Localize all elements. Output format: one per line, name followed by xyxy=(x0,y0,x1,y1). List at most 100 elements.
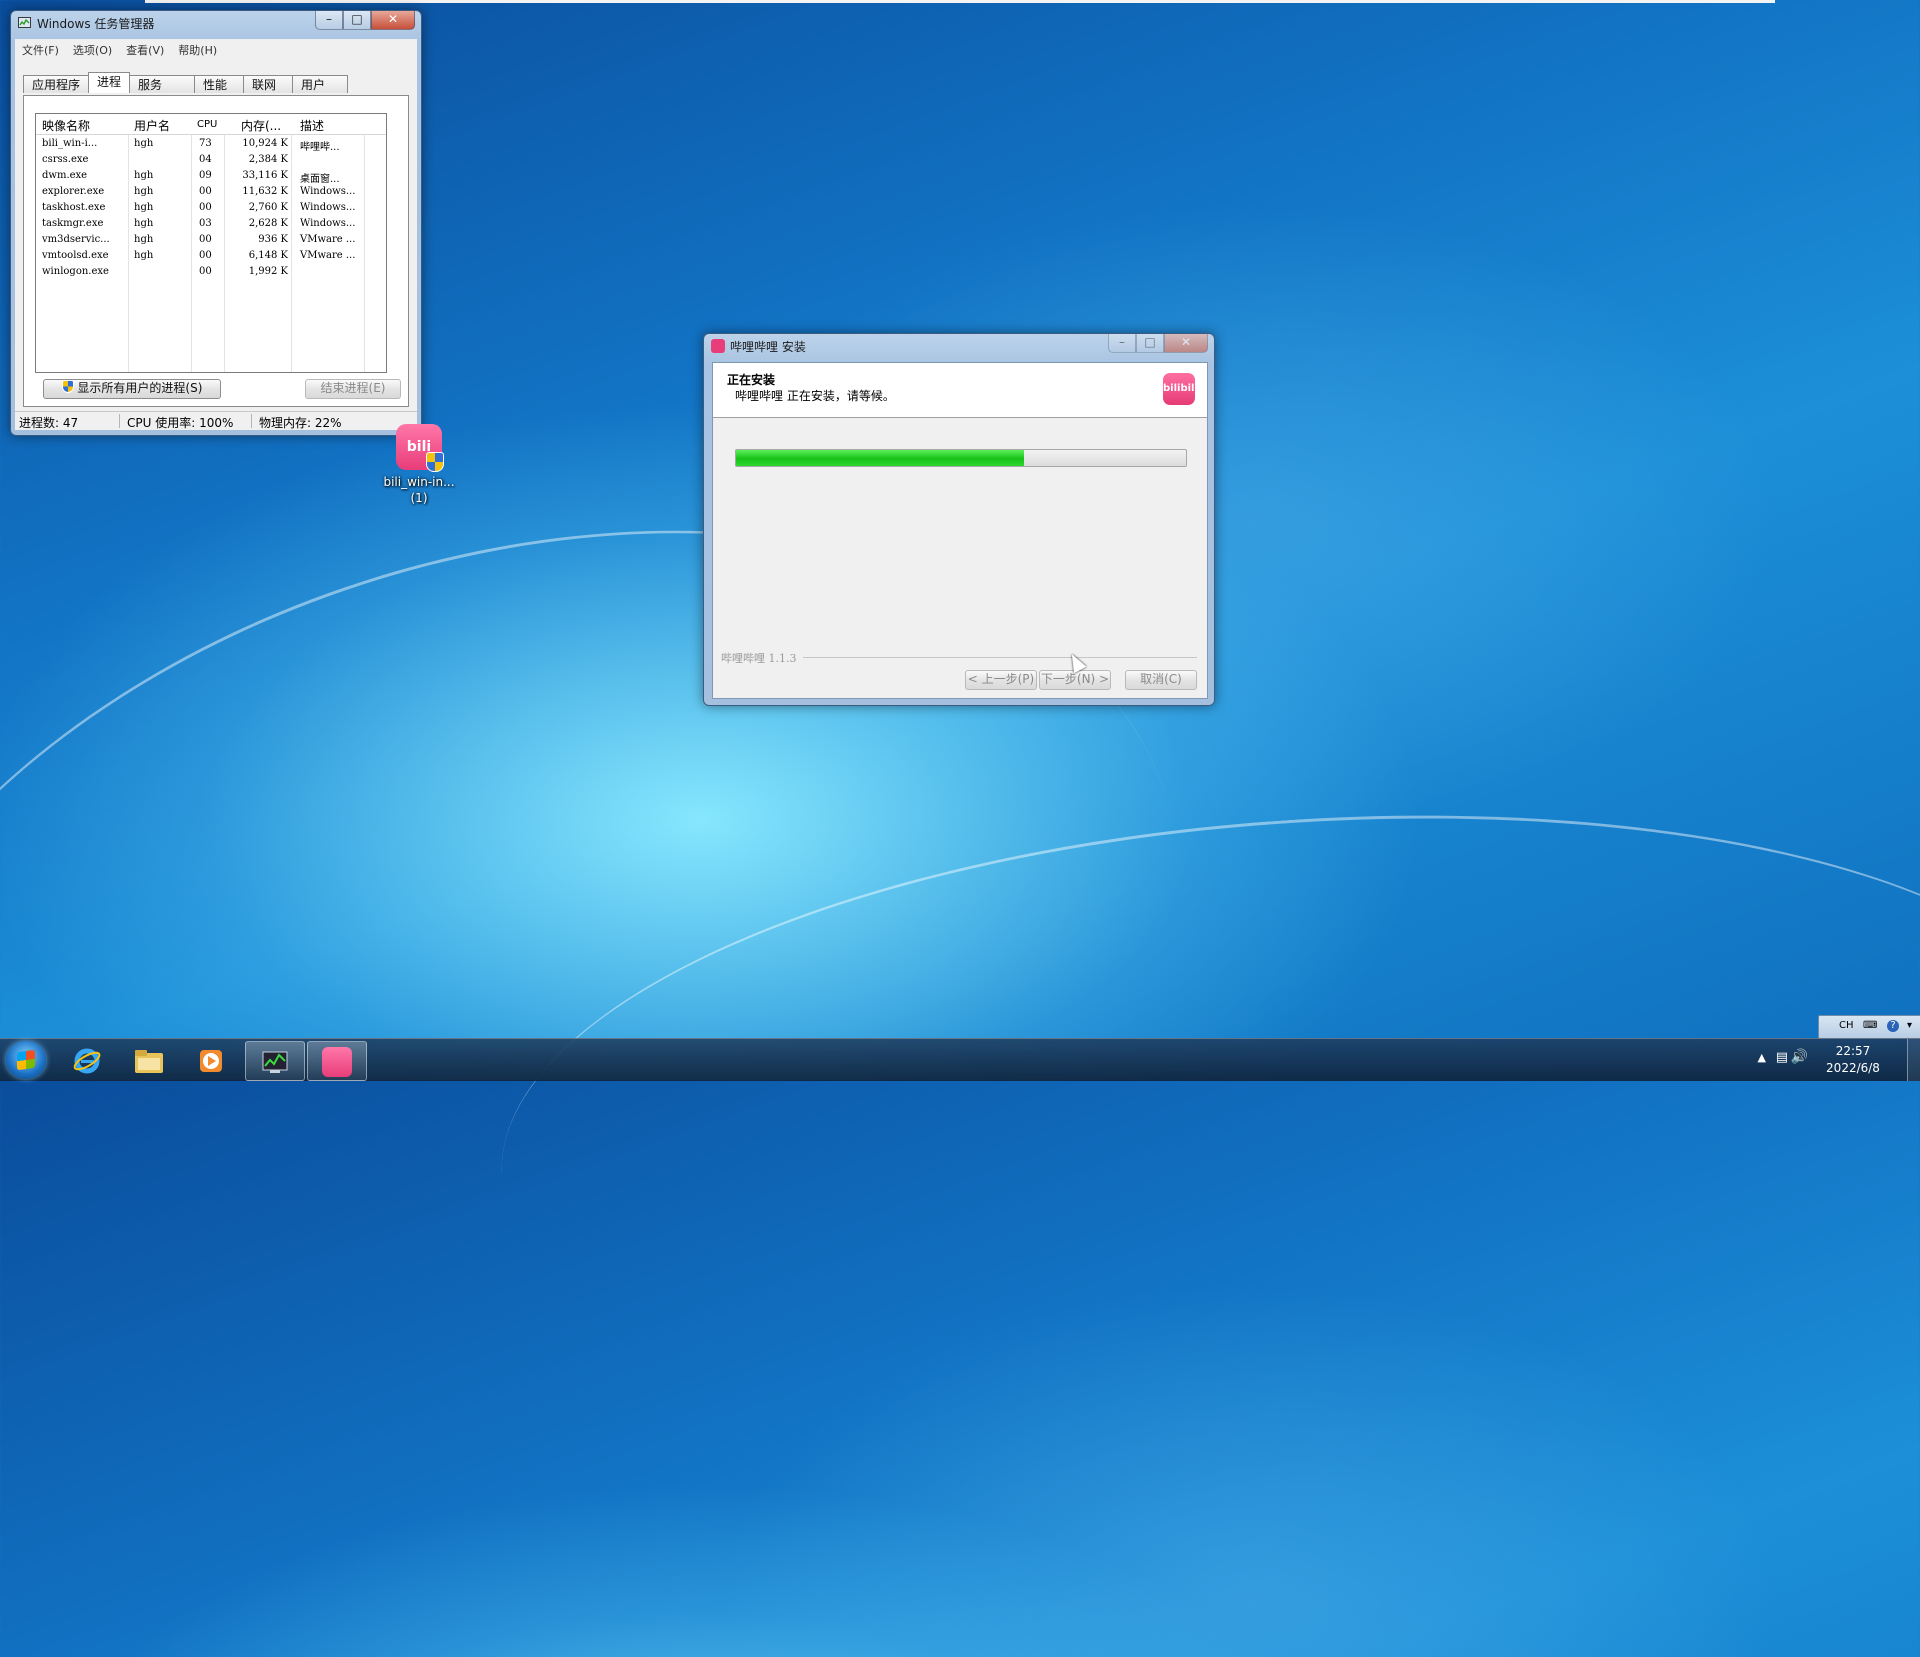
minimize-button[interactable]: – xyxy=(315,11,343,30)
desktop-icon-label-line1: bili_win-in... xyxy=(383,475,455,489)
help-icon[interactable]: ? xyxy=(1887,1020,1899,1032)
show-all-users-label: 显示所有用户的进程(S) xyxy=(77,381,203,395)
process-cpu: 04 xyxy=(199,154,212,165)
menu-view[interactable]: 查看(V) xyxy=(119,39,171,59)
taskbar-ie[interactable] xyxy=(58,1041,116,1079)
installer-header: 正在安装 哔哩哔哩 正在安装，请等候。 bilibili xyxy=(713,363,1207,418)
process-description: 桌面窗... xyxy=(300,174,340,185)
volume-icon[interactable]: 🔊 xyxy=(1791,1049,1808,1065)
table-row[interactable]: vm3dservic... hgh 00 936 K VMware ... xyxy=(36,233,386,249)
taskbar: ▲ ▤ 🔊 22:57 2022/6/8 xyxy=(0,1038,1920,1081)
start-orb-icon[interactable] xyxy=(6,1041,46,1079)
process-list[interactable]: 映像名称 用户名 CPU 内存(... 描述 bili_win-i... hgh… xyxy=(35,113,387,373)
desktop-icon-label: bili_win-in... (1) xyxy=(378,474,460,506)
taskbar-task-manager[interactable] xyxy=(245,1041,305,1081)
process-name: winlogon.exe xyxy=(42,266,109,277)
process-description: 哔哩哔... xyxy=(300,142,340,153)
shield-icon xyxy=(426,452,444,472)
clock[interactable]: 22:57 2022/6/8 xyxy=(1818,1043,1888,1077)
task-manager-icon xyxy=(18,17,31,28)
column-description[interactable]: 描述 xyxy=(300,117,324,134)
tab-networking[interactable]: 联网 xyxy=(243,75,294,93)
top-screen-strip xyxy=(145,0,1775,3)
explorer-folder-icon xyxy=(135,1049,163,1073)
process-memory: 2,384 K xyxy=(248,154,288,165)
install-progress-fill xyxy=(736,450,1024,466)
process-cpu: 03 xyxy=(199,218,212,229)
process-description: VMware ... xyxy=(300,250,356,261)
shield-icon xyxy=(61,380,74,393)
show-hidden-icons[interactable]: ▲ xyxy=(1758,1051,1766,1064)
tab-applications[interactable]: 应用程序 xyxy=(23,75,90,93)
status-bar: 进程数: 47 CPU 使用率: 100% 物理内存: 22% xyxy=(15,411,417,430)
process-cpu: 00 xyxy=(199,234,212,245)
installer-titlebar[interactable]: 哔哩哔哩 安装 – □ ✕ xyxy=(704,334,1214,358)
table-row[interactable]: taskhost.exe hgh 00 2,760 K Windows... xyxy=(36,201,386,217)
installer-title: 哔哩哔哩 安装 xyxy=(730,340,806,354)
column-image-name[interactable]: 映像名称 xyxy=(42,117,90,134)
process-name: vm3dservic... xyxy=(42,234,110,245)
task-manager-window[interactable]: Windows 任务管理器 – □ ✕ 文件(F) 选项(O) 查看(V) 帮助… xyxy=(10,10,422,436)
install-progress-bar xyxy=(735,449,1187,467)
task-manager-titlebar[interactable]: Windows 任务管理器 – □ ✕ xyxy=(11,11,421,35)
process-cpu: 00 xyxy=(199,250,212,261)
installer-brand: 哔哩哔哩 1.1.3 xyxy=(721,650,803,666)
task-manager-title: Windows 任务管理器 xyxy=(37,17,155,31)
back-button[interactable]: < 上一步(P) xyxy=(965,670,1037,690)
installer-subheading: 哔哩哔哩 正在安装，请等候。 xyxy=(735,389,895,403)
maximize-button[interactable]: □ xyxy=(1136,334,1164,353)
table-row[interactable]: explorer.exe hgh 00 11,632 K Windows... xyxy=(36,185,386,201)
menu-options[interactable]: 选项(O) xyxy=(66,39,119,59)
column-cpu[interactable]: CPU xyxy=(197,119,217,130)
taskbar-media-player[interactable] xyxy=(182,1041,240,1079)
clock-time: 22:57 xyxy=(1835,1044,1871,1058)
network-icon[interactable]: ▤ xyxy=(1776,1050,1788,1065)
maximize-button[interactable]: □ xyxy=(343,11,371,30)
process-name: dwm.exe xyxy=(42,170,88,181)
process-description: Windows... xyxy=(300,186,356,197)
desktop-icon-bili-installer[interactable]: bili bili_win-in... (1) xyxy=(378,424,460,506)
process-name: taskhost.exe xyxy=(42,202,106,213)
next-button[interactable]: 下一步(N) > xyxy=(1039,670,1111,690)
process-memory: 10,924 K xyxy=(242,138,288,149)
tab-users[interactable]: 用户 xyxy=(292,75,349,93)
column-user-name[interactable]: 用户名 xyxy=(134,117,170,134)
physical-memory: 物理内存: 22% xyxy=(259,416,342,430)
menu-help[interactable]: 帮助(H) xyxy=(171,39,224,59)
table-row[interactable]: csrss.exe 04 2,384 K xyxy=(36,153,386,169)
keyboard-icon[interactable]: ⌨ xyxy=(1863,1020,1877,1031)
taskbar-explorer[interactable] xyxy=(120,1041,178,1079)
close-button[interactable]: ✕ xyxy=(371,11,415,30)
close-button[interactable]: ✕ xyxy=(1164,334,1208,353)
tab-processes[interactable]: 进程 xyxy=(88,72,131,93)
table-row[interactable]: winlogon.exe 00 1,992 K xyxy=(36,265,386,281)
desktop-icon-label-line2: (1) xyxy=(410,491,428,505)
taskbar-bilibili-installer[interactable] xyxy=(307,1041,367,1081)
language-bar[interactable]: CH ⌨ ? ▾ xyxy=(1818,1015,1920,1039)
chevron-down-icon[interactable]: ▾ xyxy=(1907,1020,1912,1031)
column-memory[interactable]: 内存(... xyxy=(241,117,281,134)
process-user: hgh xyxy=(134,138,154,149)
process-description: VMware ... xyxy=(300,234,356,245)
process-user: hgh xyxy=(134,202,154,213)
minimize-button[interactable]: – xyxy=(1108,334,1136,353)
menu-file[interactable]: 文件(F) xyxy=(15,39,66,59)
show-desktop-button[interactable] xyxy=(1907,1039,1920,1081)
cancel-button[interactable]: 取消(C) xyxy=(1125,670,1197,690)
installer-window[interactable]: 哔哩哔哩 安装 – □ ✕ 正在安装 哔哩哔哩 正在安装，请等候。 bilibi… xyxy=(703,333,1215,706)
table-row[interactable]: vmtoolsd.exe hgh 00 6,148 K VMware ... xyxy=(36,249,386,265)
tab-performance[interactable]: 性能 xyxy=(194,75,245,93)
language-indicator[interactable]: CH xyxy=(1839,1020,1854,1031)
process-memory: 2,628 K xyxy=(248,218,288,229)
end-process-button[interactable]: 结束进程(E) xyxy=(305,379,401,399)
process-memory: 11,632 K xyxy=(242,186,288,197)
table-row[interactable]: dwm.exe hgh 09 33,116 K 桌面窗... xyxy=(36,169,386,185)
show-all-users-button[interactable]: 显示所有用户的进程(S) xyxy=(43,379,221,399)
process-memory: 2,760 K xyxy=(248,202,288,213)
table-row[interactable]: taskmgr.exe hgh 03 2,628 K Windows... xyxy=(36,217,386,233)
table-row[interactable]: bili_win-i... hgh 73 10,924 K 哔哩哔... xyxy=(36,137,386,153)
process-user: hgh xyxy=(134,250,154,261)
process-cpu: 09 xyxy=(199,170,212,181)
clock-date: 2022/6/8 xyxy=(1826,1061,1880,1075)
tab-services[interactable]: 服务 xyxy=(129,75,196,93)
